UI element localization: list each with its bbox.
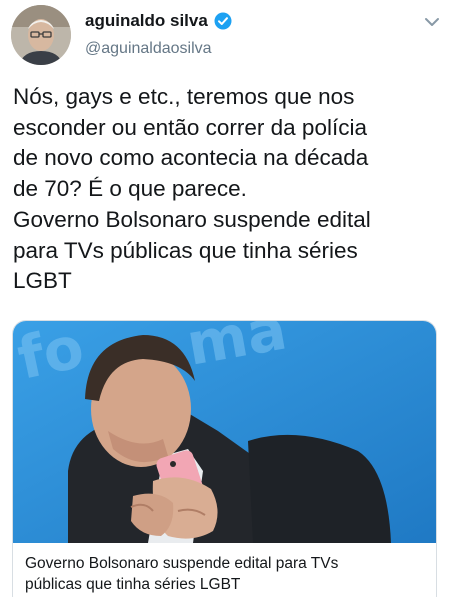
tweet-text: Nós, gays e etc., teremos que nos escond… xyxy=(13,84,371,294)
tweet-header: aguinaldo silva @aguinaldaosilva xyxy=(0,0,457,72)
link-preview-image[interactable]: fo ma xyxy=(13,321,436,543)
chevron-down-icon[interactable] xyxy=(421,11,443,33)
link-preview-title[interactable]: Governo Bolsonaro suspende edital para T… xyxy=(25,553,425,595)
author-display-name[interactable]: aguinaldo silva xyxy=(85,11,208,31)
author-handle[interactable]: @aguinaldaosilva xyxy=(85,40,212,58)
author-avatar[interactable] xyxy=(11,5,71,65)
verified-badge-icon xyxy=(214,12,232,30)
link-preview-card[interactable]: fo ma Governo Bolsonaro suspende edital … xyxy=(12,320,437,597)
author-name-row[interactable]: aguinaldo silva xyxy=(85,11,232,31)
